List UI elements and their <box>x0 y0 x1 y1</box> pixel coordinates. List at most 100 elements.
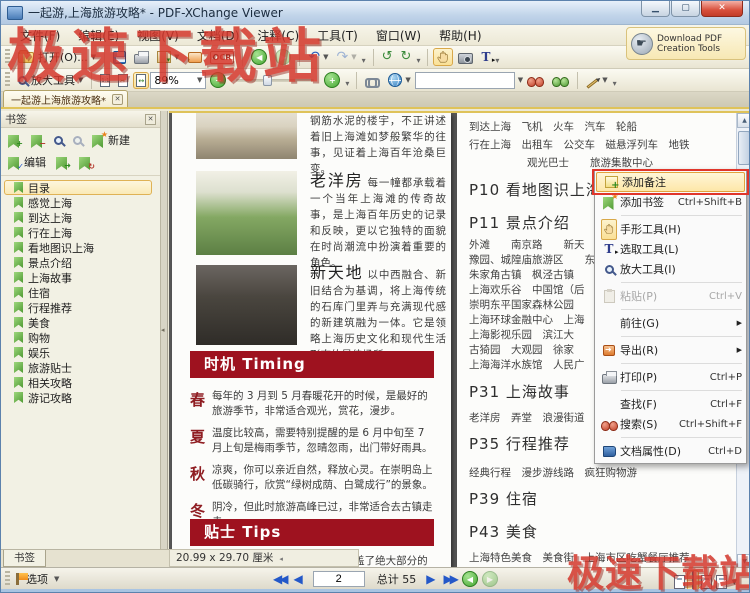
minimize-button[interactable]: ▁ <box>641 1 670 17</box>
previous-view-button[interactable]: ◀ <box>462 571 478 587</box>
rotate-cw-button[interactable]: ↻ <box>398 48 415 66</box>
pdf-page-left[interactable]: 钢筋水泥的楼宇，不正讲述着旧上海滩如梦般繁华的往事，见证着上海百年沧桑巨变。 老… <box>172 113 451 567</box>
toolbar-overflow[interactable]: ▾ <box>495 56 499 65</box>
menu-view[interactable]: 视图(V) <box>128 25 188 46</box>
menu-item-paste[interactable]: 粘贴(P) Ctrl+V <box>595 286 746 306</box>
download-pdf-tools-button[interactable]: Download PDF Creation Tools <box>626 27 746 60</box>
send-mail-button[interactable] <box>185 50 205 65</box>
zoom-in-button[interactable]: + <box>321 70 343 90</box>
bookmark-goto-button[interactable]: ➜ <box>53 154 72 170</box>
zoom-out-button[interactable]: − <box>207 70 229 90</box>
maximize-button[interactable]: ▢ <box>671 1 700 17</box>
bookmarks-bottom-tab[interactable]: 书签 <box>3 550 46 567</box>
menu-comments[interactable]: 注释(C) <box>248 25 308 46</box>
web-button[interactable]: ▼ <box>385 71 413 89</box>
open-button[interactable]: 打开(O)...▼ <box>15 47 99 67</box>
bookmark-item[interactable]: 目录 <box>4 180 152 195</box>
bookmark-item[interactable]: 看地图识上海 <box>4 240 157 255</box>
chevron-down-icon[interactable]: ▼ <box>732 578 737 586</box>
bookmark-item[interactable]: 行在上海 <box>4 225 157 240</box>
go-forward-button[interactable]: ▶ <box>272 47 294 67</box>
document-tab[interactable]: 一起游上海旅游攻略* ✕ <box>3 90 128 107</box>
bookmark-item[interactable]: 购物 <box>4 330 157 345</box>
panel-close-icon[interactable]: ✕ <box>145 114 156 125</box>
menu-file[interactable]: 文件(F) <box>11 25 69 46</box>
current-page-input[interactable] <box>313 571 365 587</box>
zoom-slider-thumb[interactable] <box>263 75 272 86</box>
scroll-up-icon[interactable]: ▲ <box>737 113 750 128</box>
save-button[interactable] <box>110 49 129 66</box>
bookmark-item[interactable]: 感觉上海 <box>4 195 157 210</box>
undo-button[interactable]: ↶▼ <box>305 48 331 66</box>
actual-size-button[interactable] <box>97 72 113 89</box>
menu-item-export[interactable]: 导出(R) ▶ <box>595 340 746 360</box>
bookmark-item[interactable]: 住宿 <box>4 285 157 300</box>
bookmark-item[interactable]: 娱乐 <box>4 345 157 360</box>
bookmark-zoom-in-button[interactable] <box>51 135 66 146</box>
toolbar-overflow[interactable]: ▾ <box>613 79 617 88</box>
close-button[interactable]: ✕ <box>701 1 743 17</box>
scrollbar-thumb[interactable] <box>738 131 750 165</box>
menu-window[interactable]: 窗口(W) <box>367 25 430 46</box>
single-page-icon[interactable] <box>674 575 685 589</box>
menu-document[interactable]: 文档(D) <box>188 25 249 46</box>
fit-page-button[interactable] <box>115 72 131 89</box>
bookmark-locate-button[interactable]: ↻ <box>76 154 95 170</box>
find-input[interactable] <box>415 72 515 89</box>
link-tool-button[interactable] <box>362 73 383 88</box>
go-back-button[interactable]: ◀ <box>248 47 270 67</box>
ocr-button[interactable]: OCR <box>207 49 238 66</box>
bookmark-item[interactable]: 景点介绍 <box>4 255 157 270</box>
bookmark-zoom-out-button[interactable] <box>70 135 85 146</box>
menu-item-goto[interactable]: 前往(G) ▶ <box>595 313 746 333</box>
fit-width-button[interactable] <box>133 72 149 89</box>
new-bookmark-button[interactable]: ★ 新建 <box>89 131 133 149</box>
bookmark-item[interactable]: 旅游贴士 <box>4 360 157 375</box>
edit-bookmark-button[interactable]: ✓ 编辑 <box>5 153 49 171</box>
toolbar-grip[interactable] <box>5 49 10 65</box>
continuous-facing-icon[interactable] <box>716 575 727 589</box>
menu-item-search[interactable]: 搜索(S) Ctrl+Shift+F <box>595 414 746 434</box>
chevron-down-icon[interactable]: ▼ <box>54 575 59 583</box>
menu-item-zoom-tool[interactable]: 放大工具(I) <box>595 259 746 279</box>
collapse-arrow-icon[interactable]: ◂ <box>279 555 283 563</box>
add-bookmark-button[interactable]: + <box>5 132 24 148</box>
sidebar-splitter[interactable] <box>161 111 168 549</box>
find-button[interactable] <box>524 72 547 88</box>
delete-bookmark-button[interactable]: − <box>28 132 47 148</box>
menu-help[interactable]: 帮助(H) <box>430 25 490 46</box>
bookmark-item[interactable]: 上海故事 <box>4 270 157 285</box>
hand-tool-button[interactable] <box>433 48 453 66</box>
toolbar-overflow[interactable]: ▾ <box>362 56 366 65</box>
bookmark-item[interactable]: 游记攻略 <box>4 390 157 405</box>
options-button[interactable]: 选项 <box>26 571 48 587</box>
search-button[interactable] <box>549 72 572 88</box>
zoom-tool-button[interactable]: 放大工具▼ <box>15 70 86 90</box>
menu-edit[interactable]: 编辑(E) <box>69 25 128 46</box>
bookmark-item[interactable]: 到达上海 <box>4 210 157 225</box>
signature-button[interactable]: ▼ <box>583 74 610 87</box>
first-page-button[interactable]: ◀◀ <box>273 572 285 586</box>
menu-item-document-properties[interactable]: 文档属性(D) Ctrl+D <box>595 441 746 461</box>
menu-item-select-tool[interactable]: T 选取工具(L) <box>595 239 746 259</box>
redo-button[interactable]: ↷▼ <box>333 48 359 66</box>
zoom-slider[interactable] <box>236 79 314 82</box>
last-page-button[interactable]: ▶▶ <box>443 572 455 586</box>
previous-page-button[interactable]: ◀ <box>293 572 302 586</box>
print-button[interactable] <box>131 49 152 66</box>
facing-pages-icon[interactable] <box>701 575 712 589</box>
export-button[interactable]: ▼ <box>154 49 182 65</box>
snapshot-button[interactable] <box>455 49 476 66</box>
toolbar-overflow[interactable]: ▾ <box>416 56 420 65</box>
bookmark-item[interactable]: 美食 <box>4 315 157 330</box>
next-page-button[interactable]: ▶ <box>426 572 435 586</box>
toolbar-grip[interactable] <box>5 571 10 587</box>
toolbar-grip[interactable] <box>5 72 10 88</box>
select-text-button[interactable]: T <box>478 48 493 66</box>
toolbar-overflow[interactable]: ▾ <box>345 79 349 88</box>
menu-item-add-bookmark[interactable]: ★ 添加书签 Ctrl+Shift+B <box>595 192 746 212</box>
bookmark-item[interactable]: 相关攻略 <box>4 375 157 390</box>
bookmark-item[interactable]: 行程推荐 <box>4 300 157 315</box>
next-view-button[interactable]: ▶ <box>482 571 498 587</box>
menu-item-find[interactable]: 查找(F) Ctrl+F <box>595 394 746 414</box>
